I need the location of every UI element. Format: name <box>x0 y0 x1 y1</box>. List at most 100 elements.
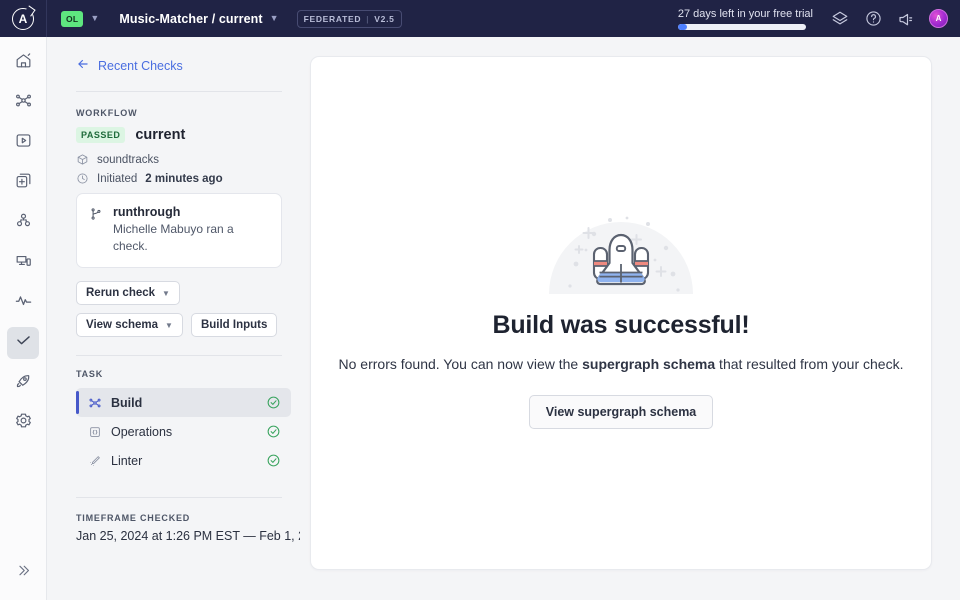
task-item-build[interactable]: Build <box>76 388 291 417</box>
panel-divider-task <box>76 355 282 356</box>
trial-progress-fill <box>678 24 687 30</box>
sidebar-item-insights[interactable] <box>7 287 39 319</box>
task-list: Build Operations <box>76 388 291 475</box>
federated-label: FEDERATED <box>304 14 362 24</box>
graph-name-row: soundtracks <box>76 153 300 166</box>
sidebar-item-subgraphs[interactable] <box>7 207 39 239</box>
panel-divider-bottom <box>76 497 282 498</box>
panel-action-buttons: Rerun check ▼ View schema ▼ Build Inputs <box>76 281 291 337</box>
sidebar-item-home[interactable] <box>7 47 39 79</box>
description-part-1: No errors found. You can now view the <box>339 356 583 372</box>
sidebar-item-reports[interactable] <box>7 167 39 199</box>
view-supergraph-schema-button[interactable]: View supergraph schema <box>529 395 714 429</box>
trial-progress-bar <box>678 24 806 30</box>
check-detail-panel: Recent Checks WORKFLOW PASSED current so… <box>47 37 300 600</box>
graph-icon <box>87 395 102 410</box>
sidebar-item-clients[interactable] <box>7 247 39 279</box>
git-branch-icon <box>89 207 103 255</box>
chevron-down-icon: ▼ <box>162 289 170 298</box>
back-link-label: Recent Checks <box>98 59 183 73</box>
panel-divider-top <box>76 91 282 92</box>
clients-icon <box>14 251 33 275</box>
federated-badge: FEDERATED | V2.5 <box>297 10 402 28</box>
run-card-description: Michelle Mabuyo ran a check. <box>113 221 269 255</box>
top-bar-actions: 27 days left in your free trial <box>678 8 948 30</box>
check-circle-icon <box>266 453 281 468</box>
back-to-recent-checks-link[interactable]: Recent Checks <box>76 57 300 74</box>
breadcrumb-chevron-down-icon[interactable]: ▼ <box>270 14 279 23</box>
variant-name: current <box>135 127 185 143</box>
sidebar-item-explorer[interactable] <box>7 127 39 159</box>
check-circle-icon <box>266 395 281 410</box>
task-label: Build <box>111 396 142 410</box>
result-description: No errors found. You can now view the su… <box>339 356 904 372</box>
federated-version: V2.5 <box>374 14 394 24</box>
explorer-icon <box>14 131 33 155</box>
task-label: Operations <box>111 425 172 439</box>
run-card-title: runthrough <box>113 205 269 219</box>
arrow-left-icon <box>76 57 90 74</box>
graph-name: soundtracks <box>97 154 159 166</box>
settings-icon <box>14 411 33 435</box>
task-label: Linter <box>111 454 142 468</box>
chevrons-right-icon <box>15 566 32 583</box>
rocket-launch-illustration <box>548 198 694 299</box>
logo-letter: A <box>19 12 28 26</box>
avatar[interactable]: A <box>929 9 948 28</box>
federated-separator: | <box>366 14 369 24</box>
expand-rail-button[interactable] <box>15 562 32 584</box>
task-item-operations[interactable]: Operations <box>76 417 291 446</box>
check-circle-icon <box>266 424 281 439</box>
nav-rail <box>0 37 47 600</box>
page-body: Recent Checks WORKFLOW PASSED current so… <box>0 37 960 600</box>
graph-icon <box>14 91 33 115</box>
insights-icon <box>14 291 33 315</box>
layers-icon[interactable] <box>830 9 850 29</box>
run-card[interactable]: runthrough Michelle Mabuyo ran a check. <box>76 193 282 268</box>
subgraphs-icon <box>14 211 33 235</box>
logo-mark: A <box>12 8 34 30</box>
trial-status: 27 days left in your free trial <box>678 8 813 30</box>
view-schema-label: View schema <box>86 319 158 331</box>
apollo-logo[interactable]: A <box>0 0 47 37</box>
sidebar-item-settings[interactable] <box>7 407 39 439</box>
task-item-linter[interactable]: Linter <box>76 446 291 475</box>
chevron-down-icon: ▼ <box>165 321 173 330</box>
cube-icon <box>76 153 89 166</box>
task-section-label: TASK <box>76 369 300 379</box>
run-card-body: runthrough Michelle Mabuyo ran a check. <box>113 205 269 255</box>
timeframe-label: TIMEFRAME CHECKED <box>76 513 300 523</box>
home-icon <box>14 51 33 75</box>
top-bar: A OL ▼ Music-Matcher / current ▼ FEDERAT… <box>0 0 960 37</box>
org-chevron-down-icon[interactable]: ▼ <box>90 14 99 23</box>
sidebar-item-launches[interactable] <box>7 367 39 399</box>
build-result-card: Build was successful! No errors found. Y… <box>310 56 932 570</box>
org-badge[interactable]: OL <box>61 11 83 27</box>
workflow-section-label: WORKFLOW <box>76 108 300 118</box>
sidebar-item-graph[interactable] <box>7 87 39 119</box>
clock-icon <box>76 172 89 185</box>
timeframe-value: Jan 25, 2024 at 1:26 PM EST — Feb 1, 202 <box>76 529 300 543</box>
initiated-row: Initiated 2 minutes ago <box>76 172 300 185</box>
description-highlight: supergraph schema <box>582 356 715 372</box>
build-inputs-label: Build Inputs <box>201 319 267 331</box>
build-inputs-button[interactable]: Build Inputs <box>191 313 277 337</box>
initiated-label: Initiated <box>97 173 137 185</box>
help-icon[interactable] <box>863 9 883 29</box>
status-badge: PASSED <box>76 127 125 143</box>
checks-icon <box>14 331 33 355</box>
view-schema-button[interactable]: View schema ▼ <box>76 313 183 337</box>
launches-icon <box>14 371 33 395</box>
page-title: Build was successful! <box>493 311 750 340</box>
linter-icon <box>87 453 102 468</box>
workflow-status-row: PASSED current <box>76 127 300 143</box>
breadcrumb[interactable]: Music-Matcher / current <box>119 12 262 26</box>
sidebar-item-checks[interactable] <box>7 327 39 359</box>
rerun-check-button[interactable]: Rerun check ▼ <box>76 281 180 305</box>
initiated-value: 2 minutes ago <box>145 173 222 185</box>
megaphone-icon[interactable] <box>896 9 916 29</box>
rerun-check-label: Rerun check <box>86 287 155 299</box>
trial-label: 27 days left in your free trial <box>678 8 813 20</box>
reports-icon <box>14 171 33 195</box>
operations-icon <box>87 424 102 439</box>
